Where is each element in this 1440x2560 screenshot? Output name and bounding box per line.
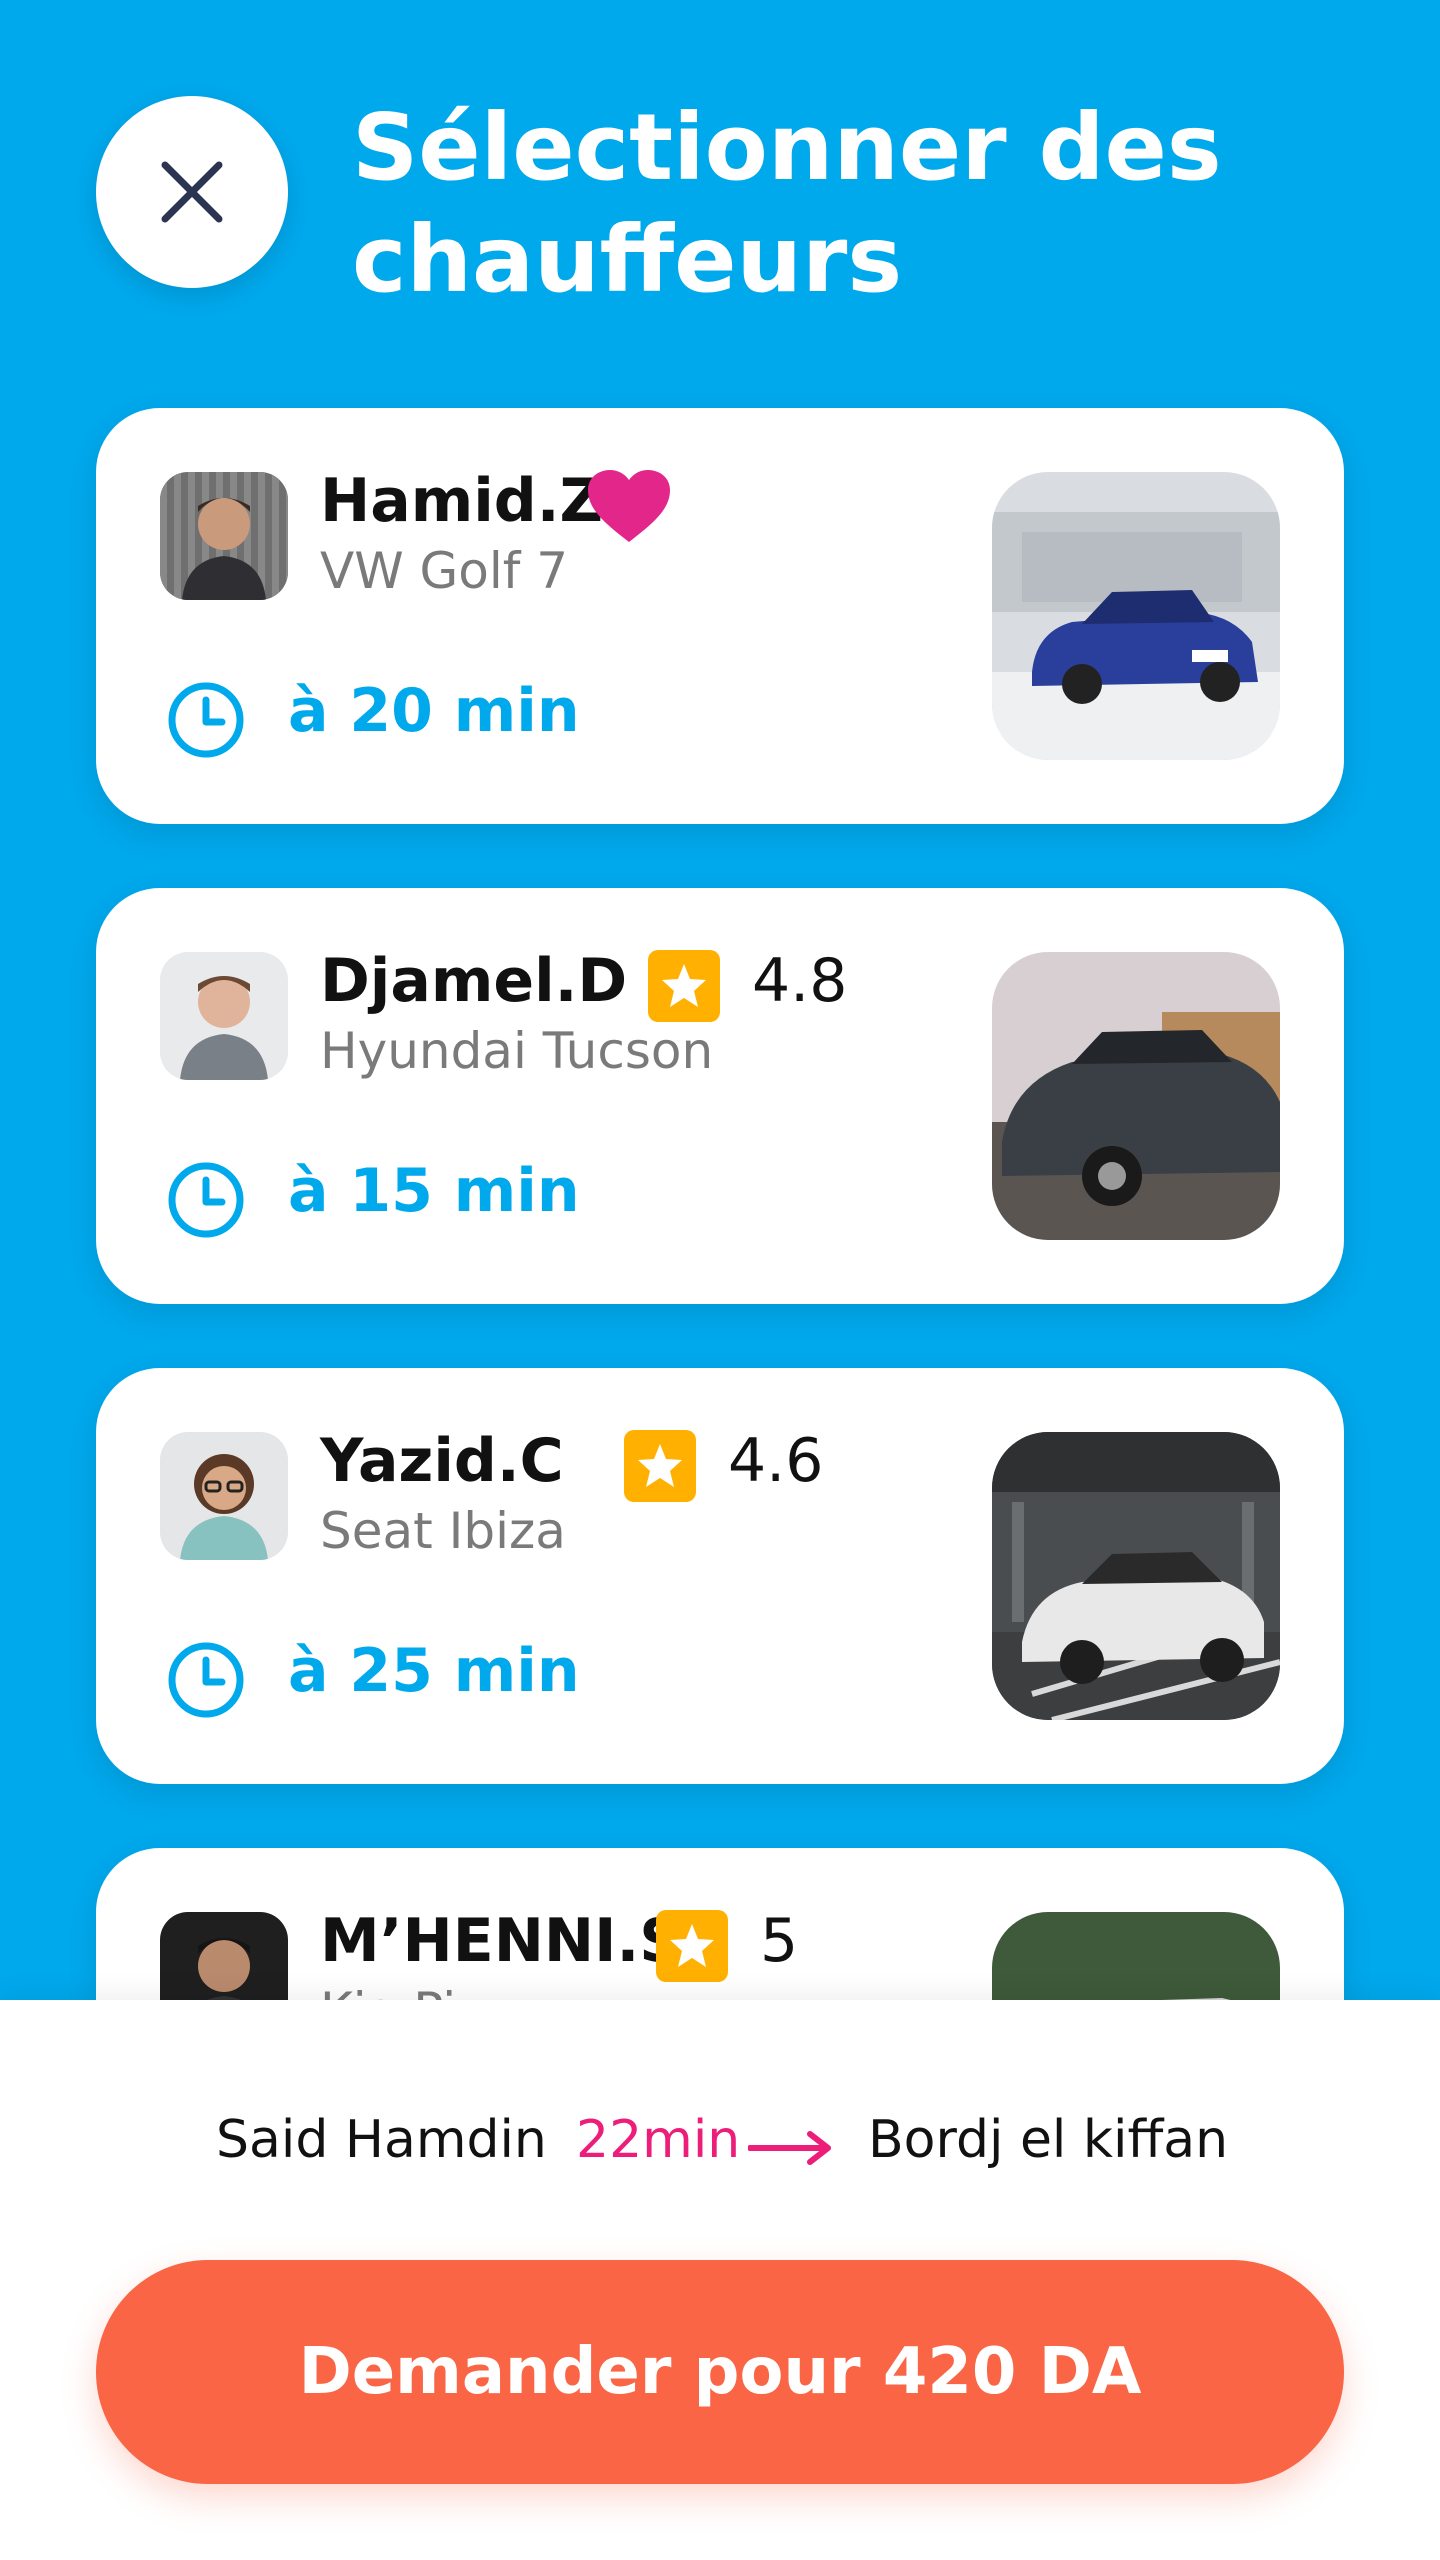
page-title-line1: Sélectionner des (352, 94, 1222, 201)
eta-label: à 15 min (288, 1156, 580, 1226)
driver-name: Djamel.D (320, 946, 628, 1016)
page-title: Sélectionner des chauffeurs (352, 92, 1352, 316)
driver-card-hamid[interactable]: Hamid.Z VW Golf 7 à 20 min (96, 408, 1344, 824)
star-icon (624, 1430, 696, 1502)
driver-card-yazid[interactable]: Yazid.C 4.6 Seat Ibiza à 25 min (96, 1368, 1344, 1784)
car-photo (992, 472, 1280, 760)
star-icon (656, 1910, 728, 1982)
page-title-line2: chauffeurs (352, 206, 903, 313)
arrow-right-icon (748, 2131, 831, 2165)
rating-value: 5 (760, 1906, 799, 1976)
rating-value: 4.8 (752, 946, 848, 1016)
car-model: VW Golf 7 (320, 542, 569, 600)
route-destination: Bordj el kiffan (868, 2110, 1229, 2170)
clock-icon (168, 682, 244, 758)
car-model: Seat Ibiza (320, 1502, 566, 1560)
clock-icon (168, 1642, 244, 1718)
car-photo (992, 952, 1280, 1240)
driver-name: M’HENNI.S (320, 1906, 683, 1976)
driver-name: Hamid.Z (320, 466, 604, 536)
request-ride-button[interactable]: Demander pour 420 DA (96, 2260, 1344, 2484)
driver-name: Yazid.C (320, 1426, 564, 1496)
route-duration: 22min (576, 2110, 741, 2170)
favorite-heart-icon (588, 470, 670, 542)
route-origin: Said Hamdin (216, 2110, 547, 2170)
car-photo (992, 1432, 1280, 1720)
car-model: Hyundai Tucson (320, 1022, 714, 1080)
driver-card-djamel[interactable]: Djamel.D 4.8 Hyundai Tucson à 15 min (96, 888, 1344, 1304)
avatar (160, 472, 288, 600)
rating-value: 4.6 (728, 1426, 824, 1496)
clock-icon (168, 1162, 244, 1238)
star-icon (648, 950, 720, 1022)
route-summary: Said Hamdin 22min Bordj el kiffan (0, 2110, 1440, 2180)
avatar (160, 952, 288, 1080)
eta-label: à 25 min (288, 1636, 580, 1706)
close-button[interactable] (96, 96, 288, 288)
avatar (160, 1432, 288, 1560)
eta-label: à 20 min (288, 676, 580, 746)
close-icon (161, 161, 223, 223)
